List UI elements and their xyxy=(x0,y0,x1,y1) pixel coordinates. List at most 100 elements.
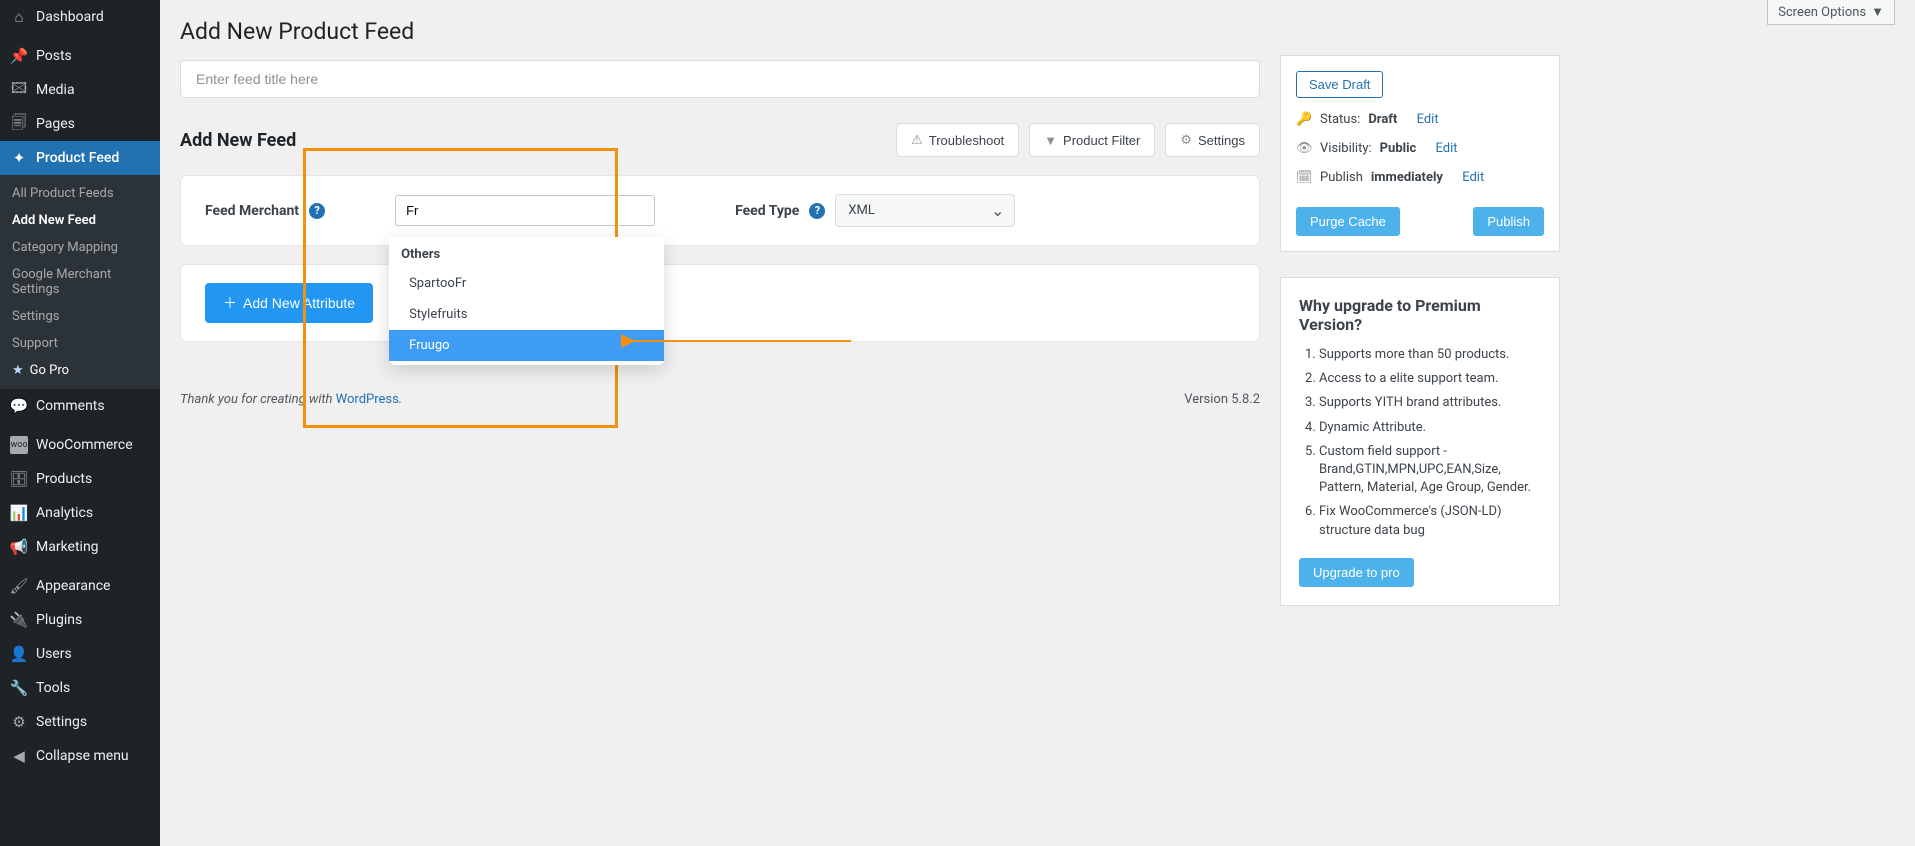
sub-go-pro[interactable]: ★Go Pro xyxy=(0,357,160,384)
sidebar-label: Media xyxy=(36,82,75,98)
woocommerce-icon: woo xyxy=(10,436,28,454)
help-icon[interactable]: ? xyxy=(309,203,325,219)
warning-icon: ⚠ xyxy=(911,132,923,148)
premium-heading: Why upgrade to Premium Version? xyxy=(1299,296,1541,334)
publish-label: Publish xyxy=(1320,170,1363,185)
help-icon[interactable]: ? xyxy=(809,203,825,219)
sub-category-mapping[interactable]: Category Mapping xyxy=(0,234,160,261)
add-new-attribute-button[interactable]: ＋Add New Attribute xyxy=(205,283,373,323)
calendar-icon: 🗓 xyxy=(1296,170,1312,185)
sub-all-feeds[interactable]: All Product Feeds xyxy=(0,180,160,207)
sub-support[interactable]: Support xyxy=(0,330,160,357)
edit-status-link[interactable]: Edit xyxy=(1417,112,1439,127)
sidebar-label: Users xyxy=(36,646,72,662)
premium-upgrade-box: Why upgrade to Premium Version? Supports… xyxy=(1280,277,1560,606)
sidebar-label: Collapse menu xyxy=(36,748,129,764)
admin-sidebar: ⌂ Dashboard 📌Posts 🖾Media 🗐Pages ✦Product… xyxy=(0,0,160,846)
sidebar-item-plugins[interactable]: 🔌 Plugins xyxy=(0,603,160,637)
page-title: Add New Product Feed xyxy=(180,18,1260,45)
feed-type-select[interactable]: XML xyxy=(835,194,1015,227)
status-value: Draft xyxy=(1368,112,1397,127)
sidebar-item-analytics[interactable]: 📊 Analytics xyxy=(0,496,160,530)
purge-cache-button[interactable]: Purge Cache xyxy=(1296,207,1400,236)
page-icon: 🗐 xyxy=(10,115,28,133)
settings-button[interactable]: ⚙Settings xyxy=(1165,123,1260,157)
footer-thanks: Thank you for creating with xyxy=(180,392,336,407)
dropdown-item-stylefruits[interactable]: Stylefruits xyxy=(389,299,664,330)
sidebar-label: Analytics xyxy=(36,505,93,521)
premium-item: Supports more than 50 products. xyxy=(1319,346,1541,364)
dropdown-group-label: Others xyxy=(389,237,664,268)
sub-add-new-feed[interactable]: Add New Feed xyxy=(0,207,160,234)
sidebar-item-comments[interactable]: 💬 Comments xyxy=(0,389,160,423)
footer-period: . xyxy=(399,392,402,407)
sidebar-item-posts[interactable]: 📌Posts xyxy=(0,39,160,73)
sidebar-item-settings[interactable]: ⚙ Settings xyxy=(0,705,160,739)
save-draft-button[interactable]: Save Draft xyxy=(1296,71,1383,98)
sidebar-label: Marketing xyxy=(36,539,99,555)
sidebar-item-marketing[interactable]: 📢 Marketing xyxy=(0,530,160,564)
edit-publish-link[interactable]: Edit xyxy=(1462,170,1484,185)
premium-item: Supports YITH brand attributes. xyxy=(1319,394,1541,412)
sidebar-label: Posts xyxy=(36,48,72,64)
marketing-icon: 📢 xyxy=(10,538,28,556)
filter-icon: ▼ xyxy=(1044,133,1057,148)
sidebar-label: Product Feed xyxy=(36,150,119,166)
sidebar-submenu: All Product Feeds Add New Feed Category … xyxy=(0,175,160,389)
publish-button[interactable]: Publish xyxy=(1473,207,1544,236)
premium-item: Access to a elite support team. xyxy=(1319,370,1541,388)
sidebar-item-media[interactable]: 🖾Media xyxy=(0,73,160,107)
annotation-arrow xyxy=(621,331,861,351)
visibility-label: Visibility: xyxy=(1320,141,1372,156)
product-filter-button[interactable]: ▼Product Filter xyxy=(1029,123,1155,157)
sidebar-label: Plugins xyxy=(36,612,82,628)
sidebar-label: Tools xyxy=(36,680,70,696)
sidebar-item-products[interactable]: 🗄 Products xyxy=(0,462,160,496)
sidebar-label: Appearance xyxy=(36,578,110,594)
wp-version: Version 5.8.2 xyxy=(1184,392,1260,407)
feed-merchant-label: Feed Merchant xyxy=(205,203,299,219)
collapse-icon: ◀ xyxy=(10,747,28,765)
sidebar-item-woocommerce[interactable]: woo WooCommerce xyxy=(0,428,160,462)
sidebar-item-appearance[interactable]: 🖌 Appearance xyxy=(0,569,160,603)
feed-title-input[interactable] xyxy=(180,60,1260,98)
sidebar-label: Comments xyxy=(36,398,105,414)
premium-item: Dynamic Attribute. xyxy=(1319,419,1541,437)
dropdown-item-spartoofr[interactable]: SpartooFr xyxy=(389,268,664,299)
publish-value: immediately xyxy=(1371,170,1443,185)
publish-metabox: Save Draft 🔑Status: Draft Edit 👁Visibili… xyxy=(1280,55,1560,252)
gear-icon: ⚙ xyxy=(1180,132,1192,148)
troubleshoot-button[interactable]: ⚠Troubleshoot xyxy=(896,123,1019,157)
settings-icon: ⚙ xyxy=(10,713,28,731)
upgrade-to-pro-button[interactable]: Upgrade to pro xyxy=(1299,558,1414,587)
chevron-down-icon: ▼ xyxy=(1871,4,1884,20)
comment-icon: 💬 xyxy=(10,397,28,415)
feed-type-label: Feed Type xyxy=(735,203,799,219)
visibility-value: Public xyxy=(1380,141,1417,156)
sidebar-label: WooCommerce xyxy=(36,437,133,453)
sidebar-item-dashboard[interactable]: ⌂ Dashboard xyxy=(0,0,160,34)
sidebar-item-pages[interactable]: 🗐Pages xyxy=(0,107,160,141)
sub-settings[interactable]: Settings xyxy=(0,303,160,330)
key-icon: 🔑 xyxy=(1296,112,1312,127)
sidebar-item-product-feed[interactable]: ✦Product Feed xyxy=(0,141,160,175)
sidebar-label: Settings xyxy=(36,714,87,730)
screen-options-toggle[interactable]: Screen Options▼ xyxy=(1767,0,1895,25)
sidebar-item-users[interactable]: 👤Users xyxy=(0,637,160,671)
sidebar-item-tools[interactable]: 🔧Tools xyxy=(0,671,160,705)
plugin-icon: 🔌 xyxy=(10,611,28,629)
dashboard-icon: ⌂ xyxy=(10,8,28,26)
appearance-icon: 🖌 xyxy=(10,577,28,595)
analytics-icon: 📊 xyxy=(10,504,28,522)
sidebar-label: Products xyxy=(36,471,92,487)
premium-item: Fix WooCommerce's (JSON-LD) structure da… xyxy=(1319,503,1541,539)
star-icon: ★ xyxy=(12,363,24,378)
sub-google-merchant[interactable]: Google MerchantSettings xyxy=(0,261,160,303)
sidebar-collapse[interactable]: ◀ Collapse menu xyxy=(0,739,160,773)
edit-visibility-link[interactable]: Edit xyxy=(1436,141,1458,156)
products-icon: 🗄 xyxy=(10,470,28,488)
plus-icon: ＋ xyxy=(223,293,237,313)
merchant-search-input[interactable] xyxy=(395,195,655,226)
wordpress-link[interactable]: WordPress xyxy=(336,392,399,407)
sidebar-label: Dashboard xyxy=(36,9,104,25)
